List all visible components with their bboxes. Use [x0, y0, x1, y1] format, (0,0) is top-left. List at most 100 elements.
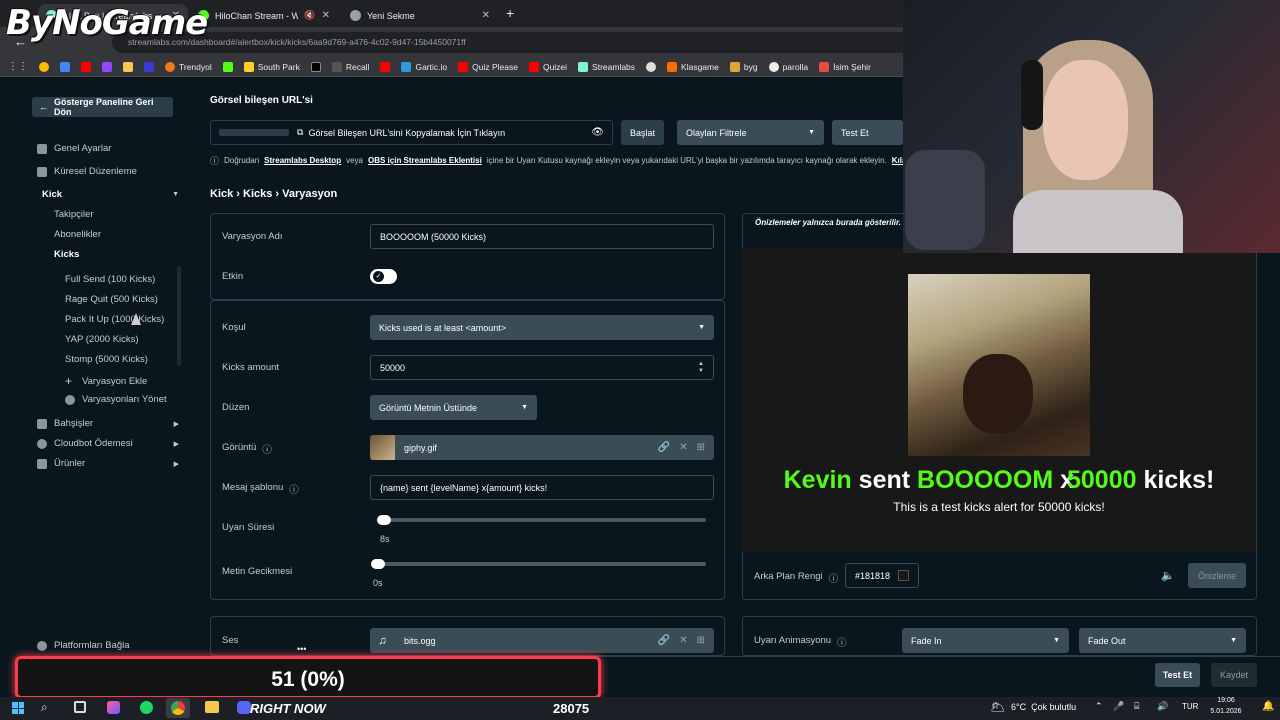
youtube-icon[interactable] — [81, 61, 91, 72]
close-tab-icon[interactable]: ✕ — [482, 10, 490, 21]
sidebar-item-general[interactable]: Genel Ayarlar — [37, 143, 111, 154]
eye-icon[interactable]: 👁 — [591, 127, 604, 138]
google-icon[interactable] — [39, 61, 49, 72]
delay-slider-knob[interactable] — [371, 559, 385, 569]
bookmark-parolla[interactable]: parolla — [768, 61, 808, 72]
bookmark-klasgame[interactable]: Klasgame — [667, 61, 719, 72]
app-icon[interactable] — [107, 701, 120, 714]
mail-icon[interactable] — [123, 61, 133, 72]
volume-icon[interactable]: 🔊 — [1157, 701, 1168, 712]
enabled-toggle[interactable]: ✓ — [370, 269, 397, 284]
sidebar-scrollbar[interactable] — [177, 266, 181, 366]
info-icon[interactable]: ⓘ — [262, 442, 272, 456]
bookmark-quizei[interactable]: Quizei — [528, 61, 567, 72]
tab-hilochan[interactable]: HiloChan Stream - Watch Li 🔇 ✕ — [190, 4, 338, 27]
sidebar-item-variation[interactable]: Full Send (100 Kicks) — [65, 274, 155, 285]
twitch-icon[interactable] — [102, 61, 112, 72]
folder-icon[interactable] — [205, 701, 219, 713]
globe-icon[interactable] — [646, 61, 657, 72]
sidebar-item-kicks[interactable]: Kicks — [54, 249, 79, 260]
start-button[interactable]: Başlat — [621, 120, 665, 145]
windows-start-icon[interactable] — [12, 702, 24, 714]
bookmark-byg[interactable]: byg — [729, 61, 758, 72]
apps-grid-icon[interactable]: ⋮⋮ — [8, 61, 28, 72]
sidebar-item-global[interactable]: Küresel Düzenleme — [37, 166, 137, 177]
sidebar-item-donations[interactable]: Bahşişler ▶ — [37, 418, 179, 429]
bookmark-icon[interactable] — [144, 61, 154, 72]
color-swatch[interactable] — [898, 570, 909, 581]
bookmark-gartic[interactable]: Gartic.io — [401, 61, 447, 72]
search-icon[interactable]: ⌕ — [41, 700, 48, 715]
youtube-icon[interactable] — [380, 61, 391, 72]
sound-file-field[interactable]: ♫ bits.ogg 🔗 ✕ ⊞ — [370, 628, 714, 653]
discord-icon[interactable] — [237, 701, 251, 714]
bookmark-southpark[interactable]: South Park — [243, 61, 300, 72]
language-indicator[interactable]: TUR — [1182, 702, 1198, 711]
chevron-up-icon[interactable]: ⌃ — [1095, 701, 1103, 712]
manage-variations-item[interactable]: Varyasyonları Yönet — [65, 394, 167, 405]
sidebar-item-kick[interactable]: Kick ▼ — [42, 189, 179, 200]
spotify-icon[interactable] — [140, 701, 153, 714]
preview-button[interactable]: Önizleme — [1188, 563, 1246, 588]
microphone-icon[interactable]: 🎤 — [1113, 701, 1124, 712]
streamlabs-desktop-link[interactable]: Streamlabs Desktop — [264, 156, 341, 165]
stepper-icon[interactable]: ▲ ▼ — [698, 361, 704, 375]
condition-select[interactable]: Kicks used is at least <amount> ▼ — [370, 315, 714, 340]
save-button[interactable]: Kaydet — [1211, 663, 1257, 687]
obs-plugin-link[interactable]: OBS için Streamlabs Eklentisi — [368, 156, 482, 165]
sidebar-item-variation[interactable]: Pack It Up (1000 Kicks) — [65, 314, 164, 325]
variation-name-input[interactable]: BOOOOOM (50000 Kicks) — [370, 224, 714, 249]
tab-new[interactable]: Yeni Sekme ✕ — [342, 4, 498, 27]
sidebar-item-followers[interactable]: Takipçiler — [54, 209, 94, 220]
muted-icon[interactable]: 🔇 — [304, 10, 315, 21]
animation-out-select[interactable]: Fade Out ▼ — [1079, 628, 1246, 653]
sidebar-item-subscriptions[interactable]: Abonelikler — [54, 229, 101, 240]
widget-url-field[interactable]: ⧉ Görsel Bileşen URL'sini Kopyalamak İçi… — [210, 120, 613, 145]
info-icon[interactable]: ⓘ — [829, 571, 839, 585]
sidebar-item-cloudbot[interactable]: Cloudbot Ödemesi ▶ — [37, 438, 179, 449]
bookmark-isimsehir[interactable]: İsim Şehir — [819, 61, 871, 72]
add-variation-item[interactable]: + Varyasyon Ekle — [65, 374, 147, 388]
test-button[interactable]: Test Et — [1155, 663, 1200, 687]
filter-events-select[interactable]: Olayları Filtrele ▼ — [677, 120, 824, 145]
link-icon[interactable]: 🔗 — [658, 635, 670, 646]
grid-icon[interactable]: ⊞ — [697, 442, 705, 453]
network-icon[interactable]: ⌸ — [1134, 701, 1139, 712]
sidebar-item-variation[interactable]: Stomp (5000 Kicks) — [65, 354, 148, 365]
close-icon[interactable]: ✕ — [679, 635, 687, 646]
address-bar[interactable]: streamlabs.com/dashboard#/alertbox/kick/… — [112, 32, 912, 53]
bg-color-input[interactable]: #181818 — [845, 563, 919, 588]
bookmark-streamlabs[interactable]: Streamlabs — [578, 61, 635, 72]
animation-in-select[interactable]: Fade In ▼ — [902, 628, 1069, 653]
delay-slider[interactable] — [371, 562, 706, 566]
notification-bell-icon[interactable]: 🔔 — [1262, 701, 1274, 712]
close-icon[interactable]: ✕ — [679, 442, 687, 453]
speaker-icon[interactable]: 🔈 — [1161, 569, 1175, 582]
bookmark-quizplease[interactable]: Quiz Please — [458, 61, 518, 72]
image-file-field[interactable]: giphy.gif 🔗 ✕ ⊞ — [370, 435, 714, 460]
grid-icon[interactable]: ⊞ — [697, 635, 705, 646]
sidebar-item-products[interactable]: Ürünler ▶ — [37, 458, 179, 469]
bookmark-recall[interactable]: Recall — [331, 61, 369, 72]
link-icon[interactable]: 🔗 — [658, 442, 670, 453]
info-icon[interactable]: ⓘ — [837, 635, 847, 649]
layout-select[interactable]: Görüntü Metnin Üstünde ▼ — [370, 395, 537, 420]
kicks-amount-input[interactable]: 50000 ▲ ▼ — [370, 355, 714, 380]
clock-time[interactable]: 19:06 — [1208, 697, 1244, 704]
clock-date[interactable]: 5.01.2026 — [1203, 708, 1249, 715]
back-to-dashboard-button[interactable]: ← Gösterge Paneline Geri Dön — [32, 97, 173, 117]
sidebar-item-variation[interactable]: Rage Quit (500 Kicks) — [65, 294, 158, 305]
x-icon[interactable] — [310, 61, 321, 72]
chrome-taskbar-button[interactable] — [166, 698, 190, 718]
duration-slider[interactable] — [377, 518, 706, 522]
message-template-input[interactable]: {name} sent {levelName} x{amount} kicks! — [370, 475, 714, 500]
kick-icon[interactable] — [222, 61, 233, 72]
bookmark-trendyol[interactable]: Trendyol — [165, 61, 212, 72]
test-select[interactable]: Test Et — [832, 120, 903, 145]
translate-icon[interactable] — [60, 61, 70, 72]
sidebar-item-connect[interactable]: Platformları Bağla — [37, 640, 130, 651]
task-view-icon[interactable] — [74, 701, 86, 713]
sidebar-item-variation[interactable]: YAP (2000 Kicks) — [65, 334, 139, 345]
weather-text[interactable]: 6°C Çok bulutlu — [1011, 702, 1076, 712]
info-icon[interactable]: ⓘ — [289, 482, 299, 496]
